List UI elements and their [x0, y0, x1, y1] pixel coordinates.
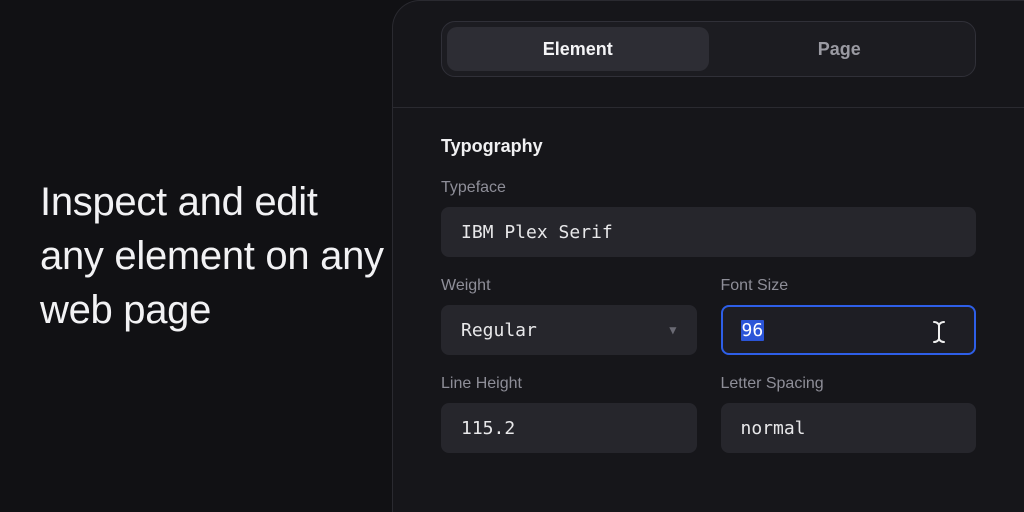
- inspector-panel: Element Page Typography Typeface IBM Ple…: [392, 0, 1024, 512]
- typeface-value: IBM Plex Serif: [461, 222, 613, 243]
- letter-spacing-group: Letter Spacing normal: [721, 375, 977, 453]
- tab-element-label: Element: [543, 39, 613, 60]
- letter-spacing-value: normal: [741, 418, 806, 439]
- line-height-input[interactable]: 115.2: [441, 403, 697, 453]
- weight-group: Weight Regular ▼: [441, 277, 697, 355]
- weight-select[interactable]: Regular ▼: [441, 305, 697, 355]
- typeface-input[interactable]: IBM Plex Serif: [441, 207, 976, 257]
- line-height-value: 115.2: [461, 418, 515, 439]
- tab-page-label: Page: [818, 39, 861, 60]
- weight-value: Regular: [461, 320, 537, 341]
- typeface-label: Typeface: [441, 179, 976, 197]
- tab-element[interactable]: Element: [447, 27, 709, 71]
- font-size-group: Font Size 96: [721, 277, 977, 355]
- weight-label: Weight: [441, 277, 697, 295]
- tagline-text: Inspect and edit any element on any web …: [40, 175, 392, 337]
- line-height-label: Line Height: [441, 375, 697, 393]
- font-size-input[interactable]: 96: [721, 305, 977, 355]
- chevron-down-icon: ▼: [669, 323, 676, 337]
- tab-bar: Element Page: [441, 21, 976, 77]
- font-size-label: Font Size: [721, 277, 977, 295]
- text-cursor-icon: [930, 320, 948, 344]
- letter-spacing-label: Letter Spacing: [721, 375, 977, 393]
- tab-page[interactable]: Page: [709, 27, 971, 71]
- promo-left-pane: Inspect and edit any element on any web …: [0, 0, 392, 512]
- section-title-typography: Typography: [441, 136, 976, 157]
- typography-section: Typography Typeface IBM Plex Serif Weigh…: [393, 108, 1024, 453]
- typeface-group: Typeface IBM Plex Serif: [441, 179, 976, 257]
- font-size-value: 96: [741, 320, 765, 341]
- letter-spacing-input[interactable]: normal: [721, 403, 977, 453]
- line-height-group: Line Height 115.2: [441, 375, 697, 453]
